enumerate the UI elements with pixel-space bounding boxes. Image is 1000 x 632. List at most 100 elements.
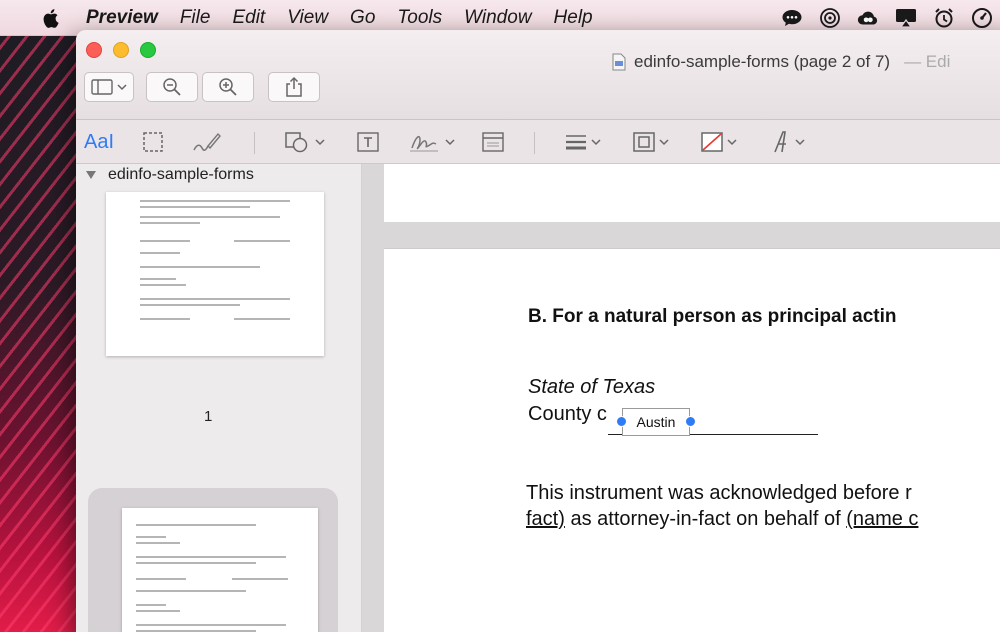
- paragraph-text: as attorney-in-fact on behalf of: [564, 508, 847, 530]
- disclosure-triangle-icon[interactable]: [86, 171, 96, 179]
- annotation-text: Austin: [636, 414, 676, 430]
- thumbnail-text-line: [140, 318, 190, 320]
- line-style-icon: [566, 135, 586, 150]
- shape-style-tool[interactable]: [564, 127, 601, 157]
- underlined-name: (name c: [846, 508, 919, 530]
- note-icon: [482, 132, 504, 152]
- menu-help[interactable]: Help: [554, 7, 593, 29]
- title-bar: edinfo-sample-forms (page 2 of 7) — Edi: [76, 30, 1000, 120]
- menu-go[interactable]: Go: [350, 7, 375, 29]
- menu-file[interactable]: File: [180, 7, 211, 29]
- thumbnail-text-line: [234, 240, 290, 242]
- desktop-wallpaper: [0, 0, 80, 632]
- menu-view[interactable]: View: [287, 7, 328, 29]
- signature-icon: [410, 135, 438, 152]
- page-thumbnail-2[interactable]: [122, 508, 318, 632]
- thumbnail-text-line: [140, 298, 290, 300]
- thumbnail-text-line: [136, 562, 256, 564]
- chevron-down-icon: [445, 139, 455, 146]
- text-box-tool[interactable]: [356, 127, 380, 157]
- font-style-icon: [774, 131, 786, 153]
- text-box-icon: [357, 132, 379, 152]
- sketch-pen-icon: [193, 132, 221, 151]
- chevron-down-icon: [117, 84, 127, 91]
- fill-color-icon: [701, 132, 723, 152]
- border-color-tool[interactable]: [632, 127, 669, 157]
- sketch-tool[interactable]: [192, 127, 222, 157]
- thumbnail-text-line: [136, 624, 286, 626]
- thumbnail-text-line: [232, 578, 288, 580]
- menu-window[interactable]: Window: [464, 7, 531, 29]
- pdf-document-icon: [612, 53, 626, 71]
- thumbnail-text-line: [140, 252, 180, 254]
- thumbnail-text-line: [140, 240, 190, 242]
- county-text-annotation[interactable]: Austin: [622, 408, 690, 436]
- toolbar-separator: [254, 132, 255, 154]
- sidebar-document-name: edinfo-sample-forms: [108, 166, 254, 183]
- sidebar-icon: [91, 79, 113, 95]
- text-selection-label: AaI: [84, 130, 115, 153]
- page-1-bottom: [384, 164, 1000, 222]
- document-view[interactable]: B. For a natural person as principal act…: [362, 164, 1000, 632]
- zoom-out-button[interactable]: [146, 72, 198, 102]
- shapes-tool[interactable]: [284, 127, 325, 157]
- thumbnail-text-line: [140, 222, 200, 224]
- chevron-down-icon: [659, 139, 669, 146]
- chat-bubble-icon[interactable]: [780, 6, 804, 30]
- thumbnail-text-line: [136, 604, 166, 606]
- thumbnail-sidebar: edinfo-sample-forms 1: [76, 164, 362, 632]
- rectangular-selection-icon: [143, 132, 163, 152]
- share-icon: [286, 76, 302, 97]
- text-selection-tool[interactable]: AaI: [84, 127, 114, 157]
- thumbnail-text-line: [136, 542, 180, 544]
- close-window-button[interactable]: [86, 42, 102, 58]
- creative-cloud-icon[interactable]: [856, 6, 880, 30]
- acknowledgment-paragraph-line-2: fact) as attorney-in-fact on behalf of (…: [526, 508, 918, 531]
- sidebar-view-button[interactable]: [84, 72, 134, 102]
- thumbnail-text-line: [140, 216, 280, 218]
- menu-edit[interactable]: Edit: [232, 7, 265, 29]
- zoom-in-button[interactable]: [202, 72, 254, 102]
- minimize-window-button[interactable]: [113, 42, 129, 58]
- thumbnail-text-line: [136, 524, 256, 526]
- rectangular-selection-tool[interactable]: [142, 127, 164, 157]
- thumbnail-text-line: [136, 578, 186, 580]
- chevron-down-icon: [795, 139, 805, 146]
- fullscreen-window-button[interactable]: [140, 42, 156, 58]
- alarm-clock-icon[interactable]: [932, 6, 956, 30]
- apple-menu-icon[interactable]: [32, 0, 72, 36]
- chevron-down-icon: [315, 139, 325, 146]
- chevron-down-icon: [727, 139, 737, 146]
- target-icon[interactable]: [818, 6, 842, 30]
- county-label: County c: [528, 403, 607, 425]
- thumbnail-text-line: [136, 610, 180, 612]
- fill-color-tool[interactable]: [700, 127, 737, 157]
- preview-window: edinfo-sample-forms (page 2 of 7) — Edi …: [76, 30, 1000, 632]
- page-thumbnail-1[interactable]: [106, 192, 324, 356]
- section-heading: B. For a natural person as principal act…: [528, 306, 897, 327]
- shapes-icon: [285, 132, 308, 153]
- thumbnail-text-line: [234, 318, 290, 320]
- toolbar-separator: [534, 132, 535, 154]
- airplay-display-icon[interactable]: [894, 6, 918, 30]
- gauge-icon[interactable]: [970, 6, 994, 30]
- acknowledgment-paragraph-line-1: This instrument was acknowledged before …: [526, 482, 912, 504]
- menu-tools[interactable]: Tools: [397, 7, 442, 29]
- thumbnail-text-line: [136, 590, 246, 592]
- thumbnail-text-line: [136, 536, 166, 538]
- edited-indicator: — Edi: [904, 52, 951, 71]
- resize-handle-left[interactable]: [616, 416, 627, 427]
- resize-handle-right[interactable]: [685, 416, 696, 427]
- underlined-fact: fact): [526, 508, 565, 530]
- thumbnail-text-line: [140, 206, 250, 208]
- text-style-tool[interactable]: [772, 127, 805, 157]
- sidebar-document-header[interactable]: edinfo-sample-forms: [86, 166, 254, 184]
- border-color-icon: [633, 132, 655, 152]
- thumbnail-text-line: [140, 304, 240, 306]
- signature-tool[interactable]: [408, 127, 455, 157]
- page-number-label: 1: [204, 408, 213, 425]
- share-button[interactable]: [268, 72, 320, 102]
- thumbnail-text-line: [140, 200, 290, 202]
- note-tool[interactable]: [482, 127, 504, 157]
- menu-preview[interactable]: Preview: [86, 7, 158, 29]
